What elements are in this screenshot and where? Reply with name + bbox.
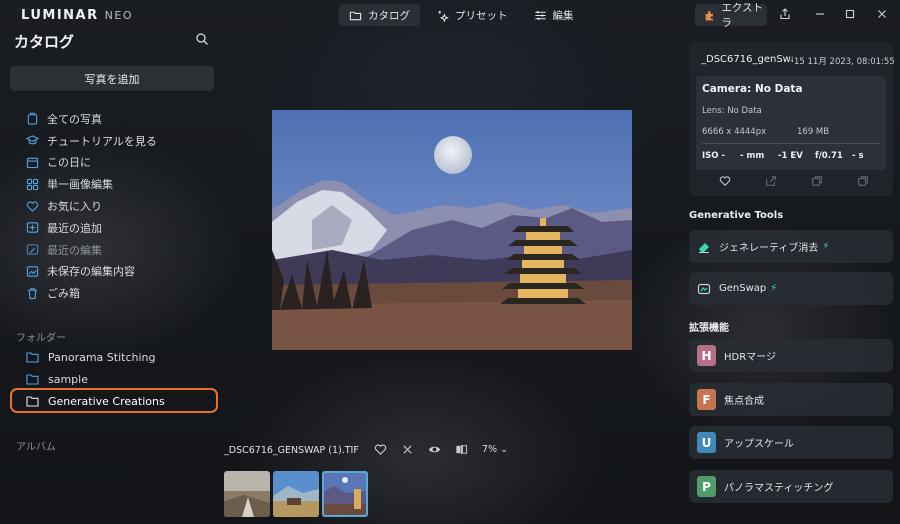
- filmstrip: [224, 471, 368, 517]
- heart-icon: [26, 200, 39, 213]
- folder-icon: [349, 11, 362, 20]
- main-photo[interactable]: [272, 110, 632, 350]
- file-size: 169 MB: [797, 127, 830, 137]
- lens-info: Lens: No Data: [702, 106, 762, 116]
- copy-icon[interactable]: [811, 175, 823, 187]
- folder-icon: [26, 352, 39, 363]
- minimize-icon[interactable]: [812, 6, 828, 22]
- folder-icon: [26, 374, 39, 385]
- file-name: _DSC6716_GENSWAP (1).TIF: [224, 444, 359, 456]
- reject-icon[interactable]: [401, 443, 414, 456]
- shutter-value: - s: [852, 151, 864, 161]
- extension-upscale[interactable]: U アップスケール: [689, 426, 893, 459]
- puzzle-icon: [705, 10, 713, 20]
- add-photos-button[interactable]: 写真を追加: [10, 66, 214, 91]
- hdr-icon: H: [697, 345, 716, 366]
- close-icon[interactable]: [874, 6, 890, 22]
- extensions-title: 拡張機能: [689, 323, 729, 334]
- graduation-cap-icon: [26, 134, 39, 147]
- export-icon[interactable]: [765, 175, 777, 187]
- divider: [702, 143, 880, 144]
- sidebar-item-trash[interactable]: ごみ箱: [26, 282, 157, 304]
- heart-icon[interactable]: [719, 175, 731, 187]
- genswap-icon: [697, 283, 711, 294]
- extras-button[interactable]: エクストラ: [695, 2, 767, 29]
- main-nav: カタログ プリセット 編集: [339, 4, 584, 26]
- folder-item-sample[interactable]: sample: [26, 368, 165, 390]
- tab-edit[interactable]: 編集: [524, 4, 584, 26]
- sliders-icon: [534, 10, 546, 20]
- info-file-name: _DSC6716_genSwap: [701, 54, 793, 65]
- thumbnail-selected[interactable]: [322, 471, 368, 517]
- exif-panel: Camera: No Data Lens: No Data 6666 x 444…: [696, 76, 886, 170]
- sidebar-item-recently-edited[interactable]: 最近の編集: [26, 239, 157, 261]
- panorama-icon: P: [697, 476, 716, 497]
- sidebar-item-unsaved-edits[interactable]: 未保存の編集内容: [26, 261, 157, 283]
- folder-item-panorama[interactable]: Panorama Stitching: [26, 346, 165, 368]
- sidebar-item-favorites[interactable]: お気に入り: [26, 195, 157, 217]
- photo-canvas: [272, 110, 632, 350]
- sidebar-item-tutorials[interactable]: チュートリアルを見る: [26, 130, 157, 152]
- zoom-dropdown[interactable]: 7% ⌄: [482, 444, 508, 455]
- tab-presets[interactable]: プリセット: [426, 4, 518, 26]
- sidebar-item-on-this-day[interactable]: この日に: [26, 152, 157, 174]
- compare-icon[interactable]: [455, 443, 468, 456]
- eraser-icon: [699, 242, 709, 253]
- iso-value: ISO -: [702, 151, 725, 161]
- recent-edit-icon: [26, 243, 39, 256]
- share-icon[interactable]: [777, 6, 793, 22]
- catalog-menu: 全ての写真 チュートリアルを見る この日に 単一画像編集 お気に入り 最近の追加…: [26, 108, 157, 304]
- sidebar-title: カタログ: [14, 33, 75, 51]
- generative-erase-button[interactable]: ジェネレーティブ消去 ⚡: [689, 230, 893, 263]
- generative-tools-title: Generative Tools: [689, 210, 784, 221]
- ev-value: -1 EV: [778, 151, 803, 161]
- focal-value: - mm: [740, 151, 765, 161]
- maximize-icon[interactable]: [842, 6, 858, 22]
- eye-icon[interactable]: [428, 443, 441, 456]
- camera-info: Camera: No Data: [702, 83, 803, 95]
- trash-icon: [26, 287, 39, 300]
- sidebar-item-single-image-edit[interactable]: 単一画像編集: [26, 173, 157, 195]
- thumbnail[interactable]: [273, 471, 319, 517]
- tab-catalog[interactable]: カタログ: [339, 4, 420, 26]
- resolution: 6666 x 4444px: [702, 127, 767, 137]
- photos-icon: [26, 112, 39, 126]
- extension-panorama[interactable]: P パノラマスティッチング: [689, 470, 893, 503]
- thumbnail[interactable]: [224, 471, 270, 517]
- heart-icon[interactable]: [374, 443, 387, 456]
- extension-hdr-merge[interactable]: H HDRマージ: [689, 339, 893, 372]
- info-date: 15 11月 2023, 08:01:55: [794, 57, 895, 67]
- duplicate-icon[interactable]: [857, 175, 869, 187]
- upscale-icon: U: [697, 432, 716, 453]
- image-info-card: _DSC6716_genSwap 15 11月 2023, 08:01:55 C…: [689, 42, 895, 196]
- lightning-icon: ⚡: [770, 283, 778, 294]
- info-actions: [719, 175, 869, 187]
- lightning-icon: ⚡: [822, 241, 830, 252]
- search-icon[interactable]: [195, 32, 209, 46]
- folders-label: フォルダー: [16, 333, 66, 344]
- recent-add-icon: [26, 221, 39, 234]
- aperture-value: f/0.71: [815, 151, 843, 161]
- sidebar-item-all-photos[interactable]: 全ての写真: [26, 108, 157, 130]
- exif-values: ISO - - mm -1 EV f/0.71 - s: [702, 151, 880, 161]
- unsaved-icon: [26, 265, 39, 278]
- focus-stacking-icon: F: [697, 389, 716, 410]
- sparkle-icon: [438, 10, 449, 22]
- calendar-icon: [26, 156, 39, 169]
- sidebar-item-recently-added[interactable]: 最近の追加: [26, 217, 157, 239]
- app-logo: LUMINAR NEO: [21, 8, 133, 23]
- viewer-tools: 7% ⌄: [374, 443, 508, 456]
- extension-focus-stacking[interactable]: F 焦点合成: [689, 383, 893, 416]
- genswap-button[interactable]: GenSwap ⚡: [689, 272, 893, 305]
- top-bar: LUMINAR NEO カタログ プリセット 編集 エクストラ: [0, 0, 900, 30]
- grid-icon: [26, 178, 39, 191]
- albums-label: アルバム: [16, 442, 56, 453]
- selected-folder-highlight: [10, 388, 218, 413]
